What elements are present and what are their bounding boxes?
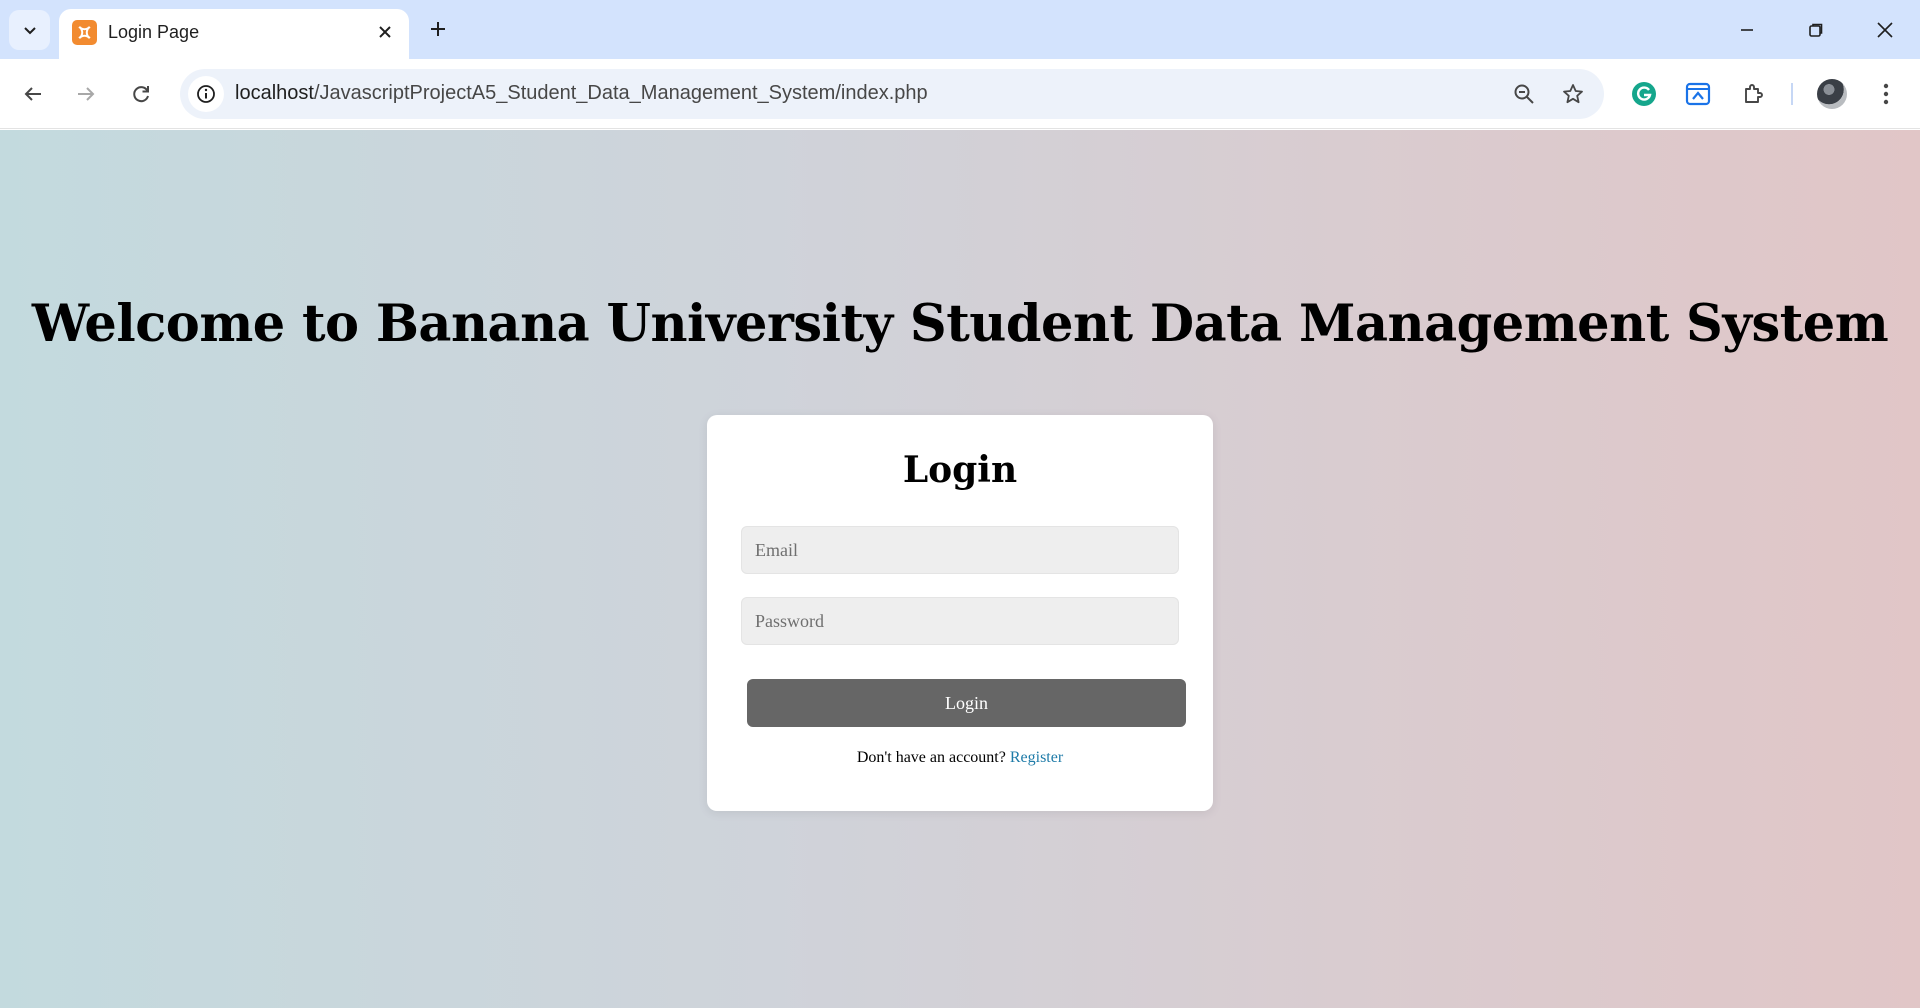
login-card: Login Login Don't have an account? Regis… <box>707 415 1213 811</box>
browser-menu-button[interactable] <box>1866 74 1906 114</box>
chevron-down-icon <box>23 27 36 35</box>
profile-avatar[interactable] <box>1817 79 1847 109</box>
grammarly-icon <box>1632 82 1656 106</box>
screen-capture-extension-button[interactable] <box>1678 74 1718 114</box>
back-button[interactable] <box>13 74 53 114</box>
new-tab-button[interactable] <box>422 13 454 45</box>
browser-tabstrip: Login Page <box>0 0 1920 59</box>
site-info-button[interactable] <box>188 76 224 112</box>
bookmark-button[interactable] <box>1557 78 1589 110</box>
xampp-favicon-icon <box>72 20 97 45</box>
arrow-right-icon <box>78 87 95 101</box>
tab-close-button[interactable] <box>373 20 397 44</box>
minimize-button[interactable] <box>1725 8 1769 52</box>
close-icon <box>1877 22 1893 38</box>
extensions-button[interactable] <box>1733 74 1773 114</box>
more-vertical-icon <box>1883 83 1889 105</box>
tab-search-button[interactable] <box>9 10 50 50</box>
screen-capture-icon <box>1685 82 1711 106</box>
star-icon <box>1563 84 1583 104</box>
arrow-left-icon <box>24 87 41 101</box>
tab-title: Login Page <box>108 22 200 42</box>
close-window-button[interactable] <box>1863 8 1907 52</box>
plus-icon <box>431 22 445 36</box>
url-text[interactable]: localhost/JavascriptProjectA5_Student_Da… <box>235 82 928 105</box>
page-heading: Welcome to Banana University Student Dat… <box>31 294 1889 354</box>
page-viewport: Welcome to Banana University Student Dat… <box>0 130 1920 1008</box>
reload-button[interactable] <box>121 74 161 114</box>
zoom-button[interactable] <box>1508 78 1540 110</box>
grammarly-extension-button[interactable] <box>1624 74 1664 114</box>
restore-icon <box>1809 23 1823 37</box>
login-title: Login <box>902 449 1018 491</box>
browser-tab[interactable]: Login Page <box>59 9 409 59</box>
minimize-icon <box>1741 29 1753 31</box>
browser-toolbar: localhost/JavascriptProjectA5_Student_Da… <box>0 59 1920 129</box>
register-prompt-line: Don't have an account? Register <box>707 749 1213 767</box>
url-host: localhost <box>235 82 314 104</box>
address-bar[interactable]: localhost/JavascriptProjectA5_Student_Da… <box>180 69 1604 119</box>
reload-icon <box>133 86 149 103</box>
puzzle-icon <box>1745 84 1763 103</box>
close-icon <box>379 26 391 38</box>
register-prompt: Don't have an account? <box>856 749 1006 766</box>
restore-button[interactable] <box>1794 8 1838 52</box>
register-link[interactable]: Register <box>1010 749 1063 766</box>
zoom-out-icon <box>1514 84 1534 104</box>
login-button[interactable]: Login <box>747 679 1186 727</box>
forward-button[interactable] <box>66 74 106 114</box>
info-icon <box>197 85 215 103</box>
toolbar-divider <box>1791 83 1793 105</box>
password-field[interactable] <box>741 597 1179 645</box>
url-path: /JavascriptProjectA5_Student_Data_Manage… <box>313 82 928 104</box>
email-field[interactable] <box>741 526 1179 574</box>
